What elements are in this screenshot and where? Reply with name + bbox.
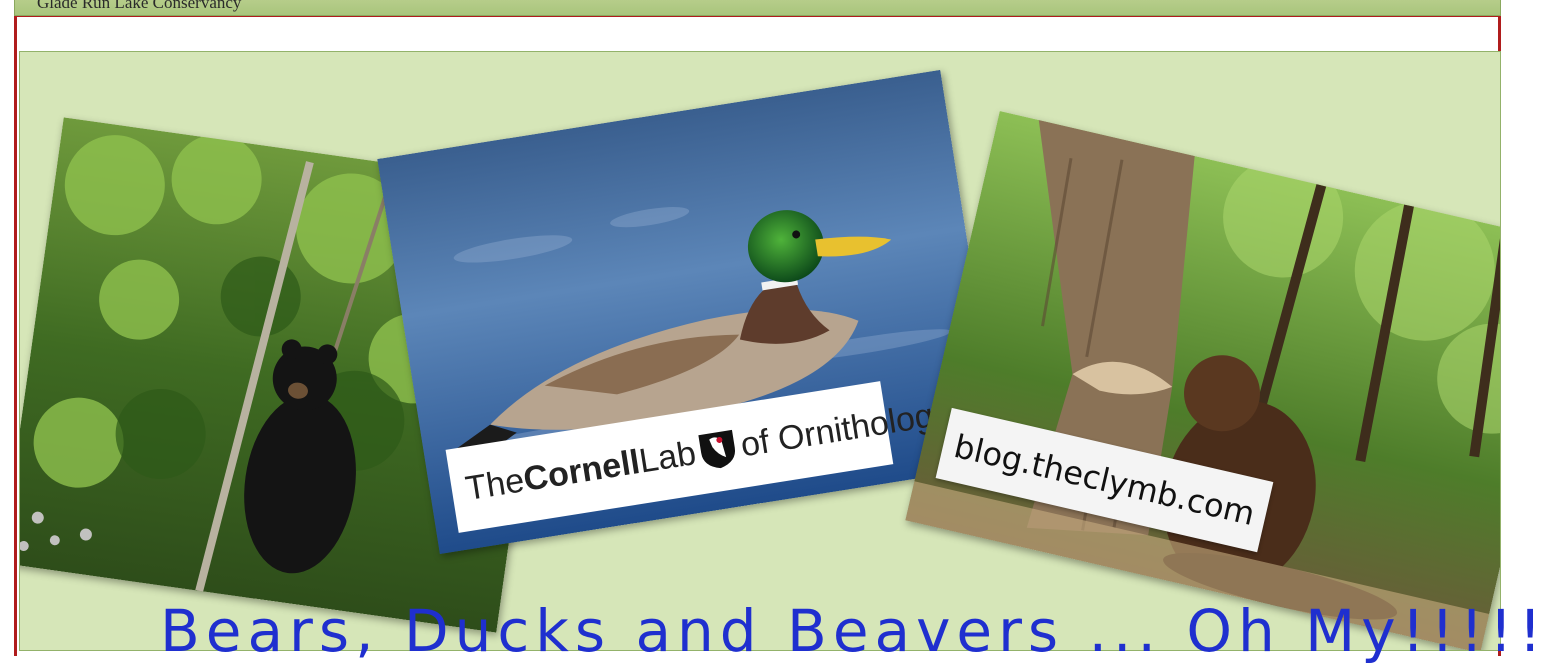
credit-prefix: The: [462, 460, 527, 508]
beaver-photo[interactable]: blog.theclymb.com: [905, 111, 1500, 650]
slide-title: Glade Run Lake Conservancy: [37, 0, 242, 12]
cornell-logo-icon: [696, 426, 740, 473]
slide-caption: Bears, Ducks and Beavers ... Oh My!!!!!: [160, 597, 1547, 665]
duck-photo[interactable]: The Cornell Lab of Ornithology: [377, 69, 1003, 555]
credit-bold: Cornell: [520, 442, 643, 499]
content-panel: The Cornell Lab of Ornithology blog.thec…: [19, 51, 1501, 651]
credit-lab: Lab: [636, 433, 699, 481]
slide-title-bar: Glade Run Lake Conservancy: [14, 0, 1501, 16]
beaver-image: [905, 111, 1500, 650]
